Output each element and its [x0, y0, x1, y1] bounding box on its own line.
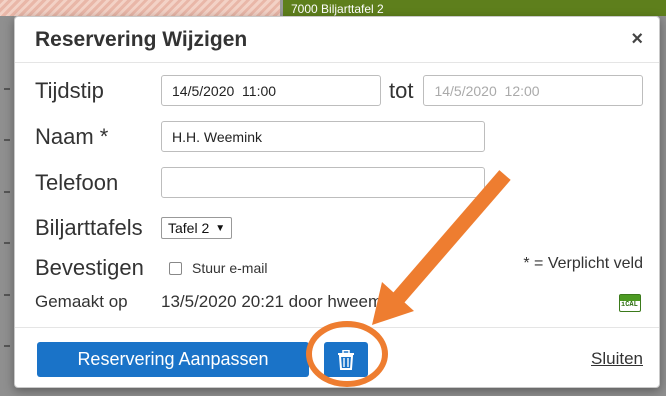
tot-label: tot	[389, 77, 414, 103]
ical-icon[interactable]: iCAL	[619, 294, 641, 312]
gemaakt-op-row: Gemaakt op 13/5/2020 20:21 door hweemink	[35, 292, 404, 312]
modal-footer: Reservering Aanpassen Sluiten	[15, 327, 659, 387]
gemaakt-op-value: 13/5/2020 20:21 door hweemink	[161, 292, 404, 311]
ical-icon-text: iCAL	[621, 301, 638, 309]
edit-reservation-modal: Reservering Wijzigen × Tijdstip tot Naam…	[14, 16, 660, 388]
modal-title: Reservering Wijzigen	[35, 28, 248, 51]
end-datetime-input[interactable]	[423, 75, 644, 106]
background-left-column	[0, 16, 14, 396]
stuur-email-checkbox[interactable]	[169, 261, 182, 275]
required-note: * = Verplicht veld	[523, 255, 643, 272]
background-event-green: 7000 Biljarttafel 2	[283, 0, 666, 16]
telefoon-row: Telefoon	[35, 167, 485, 198]
close-icon[interactable]: ×	[631, 28, 643, 51]
telefoon-input[interactable]	[161, 167, 485, 198]
naam-input[interactable]	[161, 121, 485, 152]
naam-label: Naam *	[35, 123, 109, 149]
bevestigen-row: Bevestigen Stuur e-mail	[35, 255, 267, 281]
tijdstip-label: Tijdstip	[35, 77, 104, 103]
gemaakt-op-label: Gemaakt op	[35, 292, 128, 311]
biljarttafels-row: Biljarttafels Tafel 2 ▼	[35, 215, 233, 241]
stuur-email-label: Stuur e-mail	[192, 260, 268, 276]
trash-icon	[338, 349, 354, 370]
telefoon-label: Telefoon	[35, 169, 119, 195]
modal-header: Reservering Wijzigen ×	[15, 17, 659, 63]
background-event-red	[0, 0, 280, 16]
background-event-label: 7000 Biljarttafel 2	[291, 2, 384, 16]
sluiten-link[interactable]: Sluiten	[591, 349, 643, 369]
caret-down-icon: ▼	[215, 222, 226, 234]
biljarttafels-label: Biljarttafels	[35, 215, 143, 240]
tijdstip-row: Tijdstip tot	[35, 75, 644, 106]
tafel-select[interactable]: Tafel 2 ▼	[161, 217, 233, 239]
reservering-aanpassen-button[interactable]: Reservering Aanpassen	[37, 342, 309, 377]
naam-row: Naam *	[35, 121, 485, 152]
start-datetime-input[interactable]	[161, 75, 381, 106]
delete-button[interactable]	[324, 342, 368, 377]
tafel-select-value: Tafel 2	[168, 220, 210, 236]
bevestigen-label: Bevestigen	[35, 255, 144, 280]
